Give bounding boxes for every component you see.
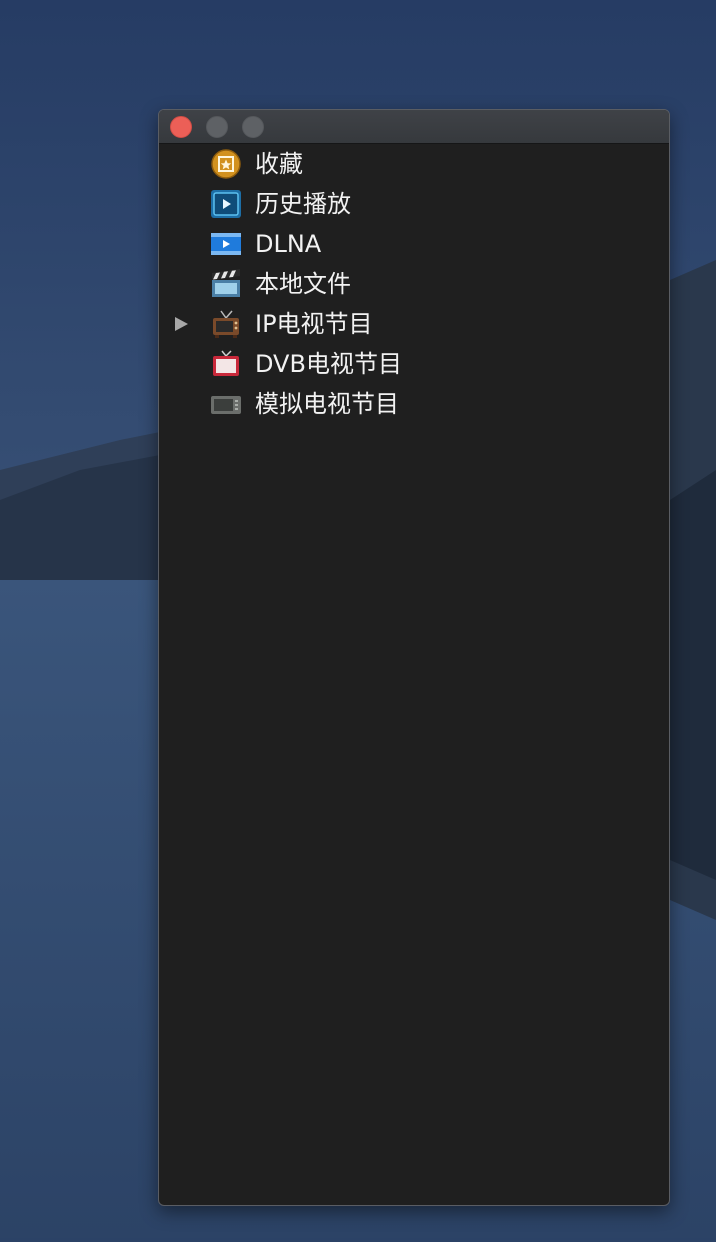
sidebar-item-ip-tv[interactable]: IP电视节目 [159,304,669,344]
sidebar-item-label: 收藏 [255,150,303,178]
sidebar-item-label: 模拟电视节目 [255,390,399,418]
sidebar-item-analog-tv[interactable]: 模拟电视节目 [159,384,669,424]
sidebar-item-dlna[interactable]: DLNA [159,224,669,264]
sidebar-item-dvb-tv[interactable]: DVB电视节目 [159,344,669,384]
sidebar-item-history[interactable]: 历史播放 [159,184,669,224]
sidebar-item-local-files[interactable]: 本地文件 [159,264,669,304]
source-list: 收藏 历史播放 DLNA 本地文件 IP电视节目 DVB电视节目 模拟电视节目 [159,144,669,424]
history-play-icon [210,189,242,219]
close-button[interactable] [170,116,192,138]
tv-tuner-icon [210,389,242,419]
favorites-star-icon [210,149,242,179]
title-bar[interactable] [159,110,669,144]
minimize-button[interactable] [206,116,228,138]
disclosure-triangle-icon[interactable] [175,317,188,331]
retro-tv-icon [210,309,242,339]
dlna-play-icon [210,229,242,259]
clapperboard-icon [210,269,242,299]
zoom-button[interactable] [242,116,264,138]
sidebar-item-favorites[interactable]: 收藏 [159,144,669,184]
sidebar-window: 收藏 历史播放 DLNA 本地文件 IP电视节目 DVB电视节目 模拟电视节目 [158,109,670,1206]
sidebar-item-label: DVB电视节目 [255,350,402,378]
sidebar-item-label: 本地文件 [255,270,351,298]
sidebar-item-label: IP电视节目 [255,310,373,338]
red-tv-icon [210,349,242,379]
sidebar-item-label: DLNA [255,230,322,258]
sidebar-item-label: 历史播放 [255,190,351,218]
